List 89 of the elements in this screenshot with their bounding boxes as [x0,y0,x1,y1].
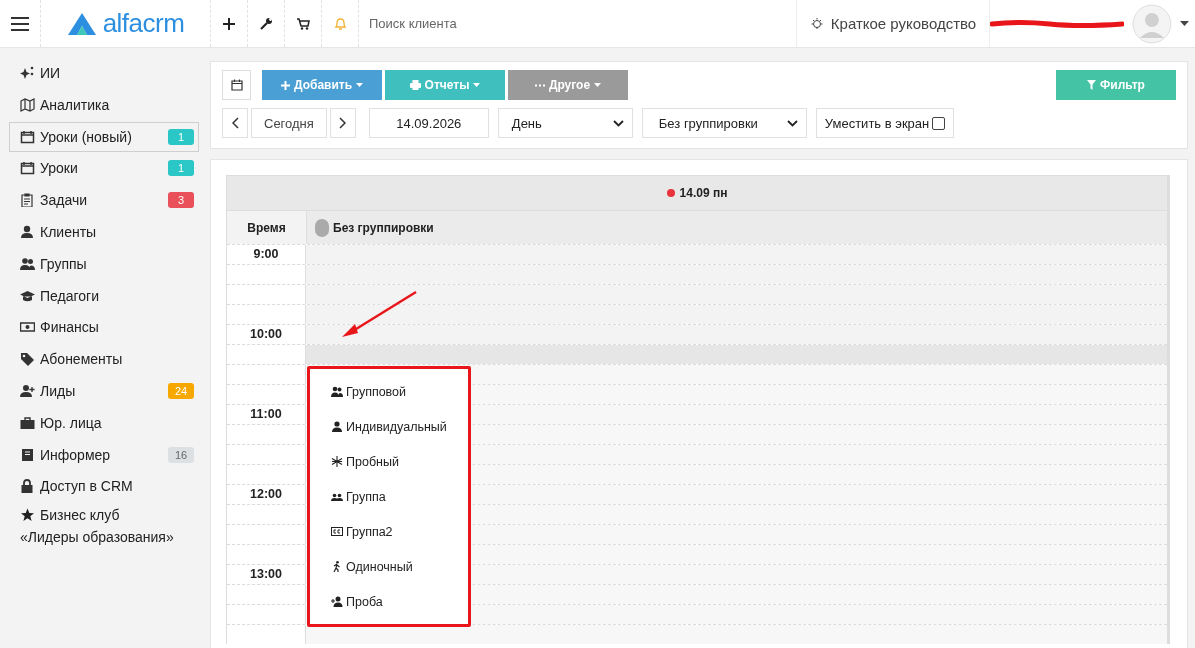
group-header: Без группировки [333,220,434,235]
lock-icon [20,479,35,494]
sidebar-item[interactable]: Уроки (новый) 1 [9,121,199,152]
sidebar-item[interactable]: Уроки 1 [9,153,199,184]
menu-item[interactable]: Пробный [310,444,468,479]
sidebar-item[interactable]: Клиенты [9,217,199,247]
cart-icon[interactable] [296,17,310,30]
previous-button[interactable] [222,108,248,138]
asterisk-icon [331,456,343,467]
caret-icon [473,83,481,87]
calendar-button[interactable] [222,70,251,100]
dots-icon [534,83,545,87]
time-label: 12:00 [250,487,282,501]
fit-checkbox[interactable] [932,116,946,130]
menu-item[interactable]: Группа [310,479,468,514]
users-icon [20,256,35,271]
lightbulb-icon [809,16,824,31]
book-icon [20,447,35,462]
money-icon [20,320,35,335]
menu-item[interactable]: Проба [310,584,468,619]
caret-icon [356,83,364,87]
plus-icon[interactable] [223,17,235,30]
menu-icon[interactable] [10,15,30,32]
tag-icon [20,352,35,367]
users2-icon [331,491,343,502]
today-dot [666,189,675,197]
caret-icon [594,83,602,87]
user-icon [331,421,343,432]
sidebar-item[interactable]: Абонементы [9,344,199,375]
menu-item[interactable]: Одиночный [310,549,468,584]
next-button[interactable] [329,108,356,138]
chevron-down-icon [612,119,624,127]
chevron-down-icon [786,119,798,127]
count-badge: 16 [168,446,194,463]
sidebar-item[interactable]: Педагоги [9,280,199,311]
sidebar-item[interactable]: Группы [9,248,199,279]
sidebar-item[interactable]: Аналитика [9,89,199,120]
printer-icon [409,80,421,90]
useradd-icon [20,383,35,398]
sidebar-item[interactable]: Бизнес клуб «Лидеры образования» [9,503,199,550]
useradd-icon [331,596,343,607]
bell-icon[interactable] [333,16,347,31]
chevron-right-icon [339,117,347,129]
cap-icon [20,288,35,303]
count-badge: 1 [168,160,194,177]
time-header: Время [247,220,286,235]
count-badge: 1 [168,128,194,145]
map-icon [20,97,35,112]
caret-icon[interactable] [1180,21,1189,26]
cal-icon [20,161,35,176]
user-icon [20,225,35,239]
grouping-select[interactable]: Без группировки [641,108,807,138]
sidebar-item[interactable]: Задачи 3 [9,185,199,216]
time-label: 10:00 [250,327,282,341]
clip-icon [20,193,35,208]
cal-icon [20,129,35,144]
filter-icon [1087,80,1097,90]
sidebar-item[interactable]: Лиды 24 [9,375,199,406]
fit-label: Уместить в экран [824,115,930,131]
wrench-icon[interactable] [259,17,273,30]
count-badge: 24 [168,382,194,399]
view-select[interactable]: День [497,108,633,138]
sidebar-item[interactable]: Юр. лица [9,407,199,438]
sidebar-item[interactable]: Информер 16 [9,439,199,470]
date-field[interactable]: 14.09.2026 [368,108,489,138]
cc-icon [331,526,343,537]
menu-item[interactable]: Группа2 [310,514,468,549]
time-label: 9:00 [253,247,279,261]
menu-item[interactable]: Групповой [310,374,468,409]
today-button[interactable]: Сегодня [251,108,327,138]
day-header: 14.09 пн [679,186,728,200]
logo-icon[interactable] [66,11,97,36]
plus-icon [280,80,290,90]
users-icon [331,386,343,397]
case-icon [20,415,35,430]
sidebar-item[interactable]: ИИ [9,58,199,88]
sparkle-icon [20,66,35,80]
calendar-icon [230,79,243,91]
time-label: 13:00 [250,567,282,581]
count-badge: 3 [168,192,194,209]
search-field[interactable]: Поиск клиента [359,0,796,47]
sidebar-item[interactable]: Финансы [9,312,199,343]
time-label: 11:00 [250,407,282,421]
chevron-left-icon [231,117,239,129]
menu-item[interactable]: Индивидуальный [310,409,468,444]
walk-icon [331,561,343,572]
sidebar-item[interactable]: Доступ в CRM [9,471,199,502]
avatar-icon[interactable] [1132,3,1173,44]
star-icon [20,508,35,523]
